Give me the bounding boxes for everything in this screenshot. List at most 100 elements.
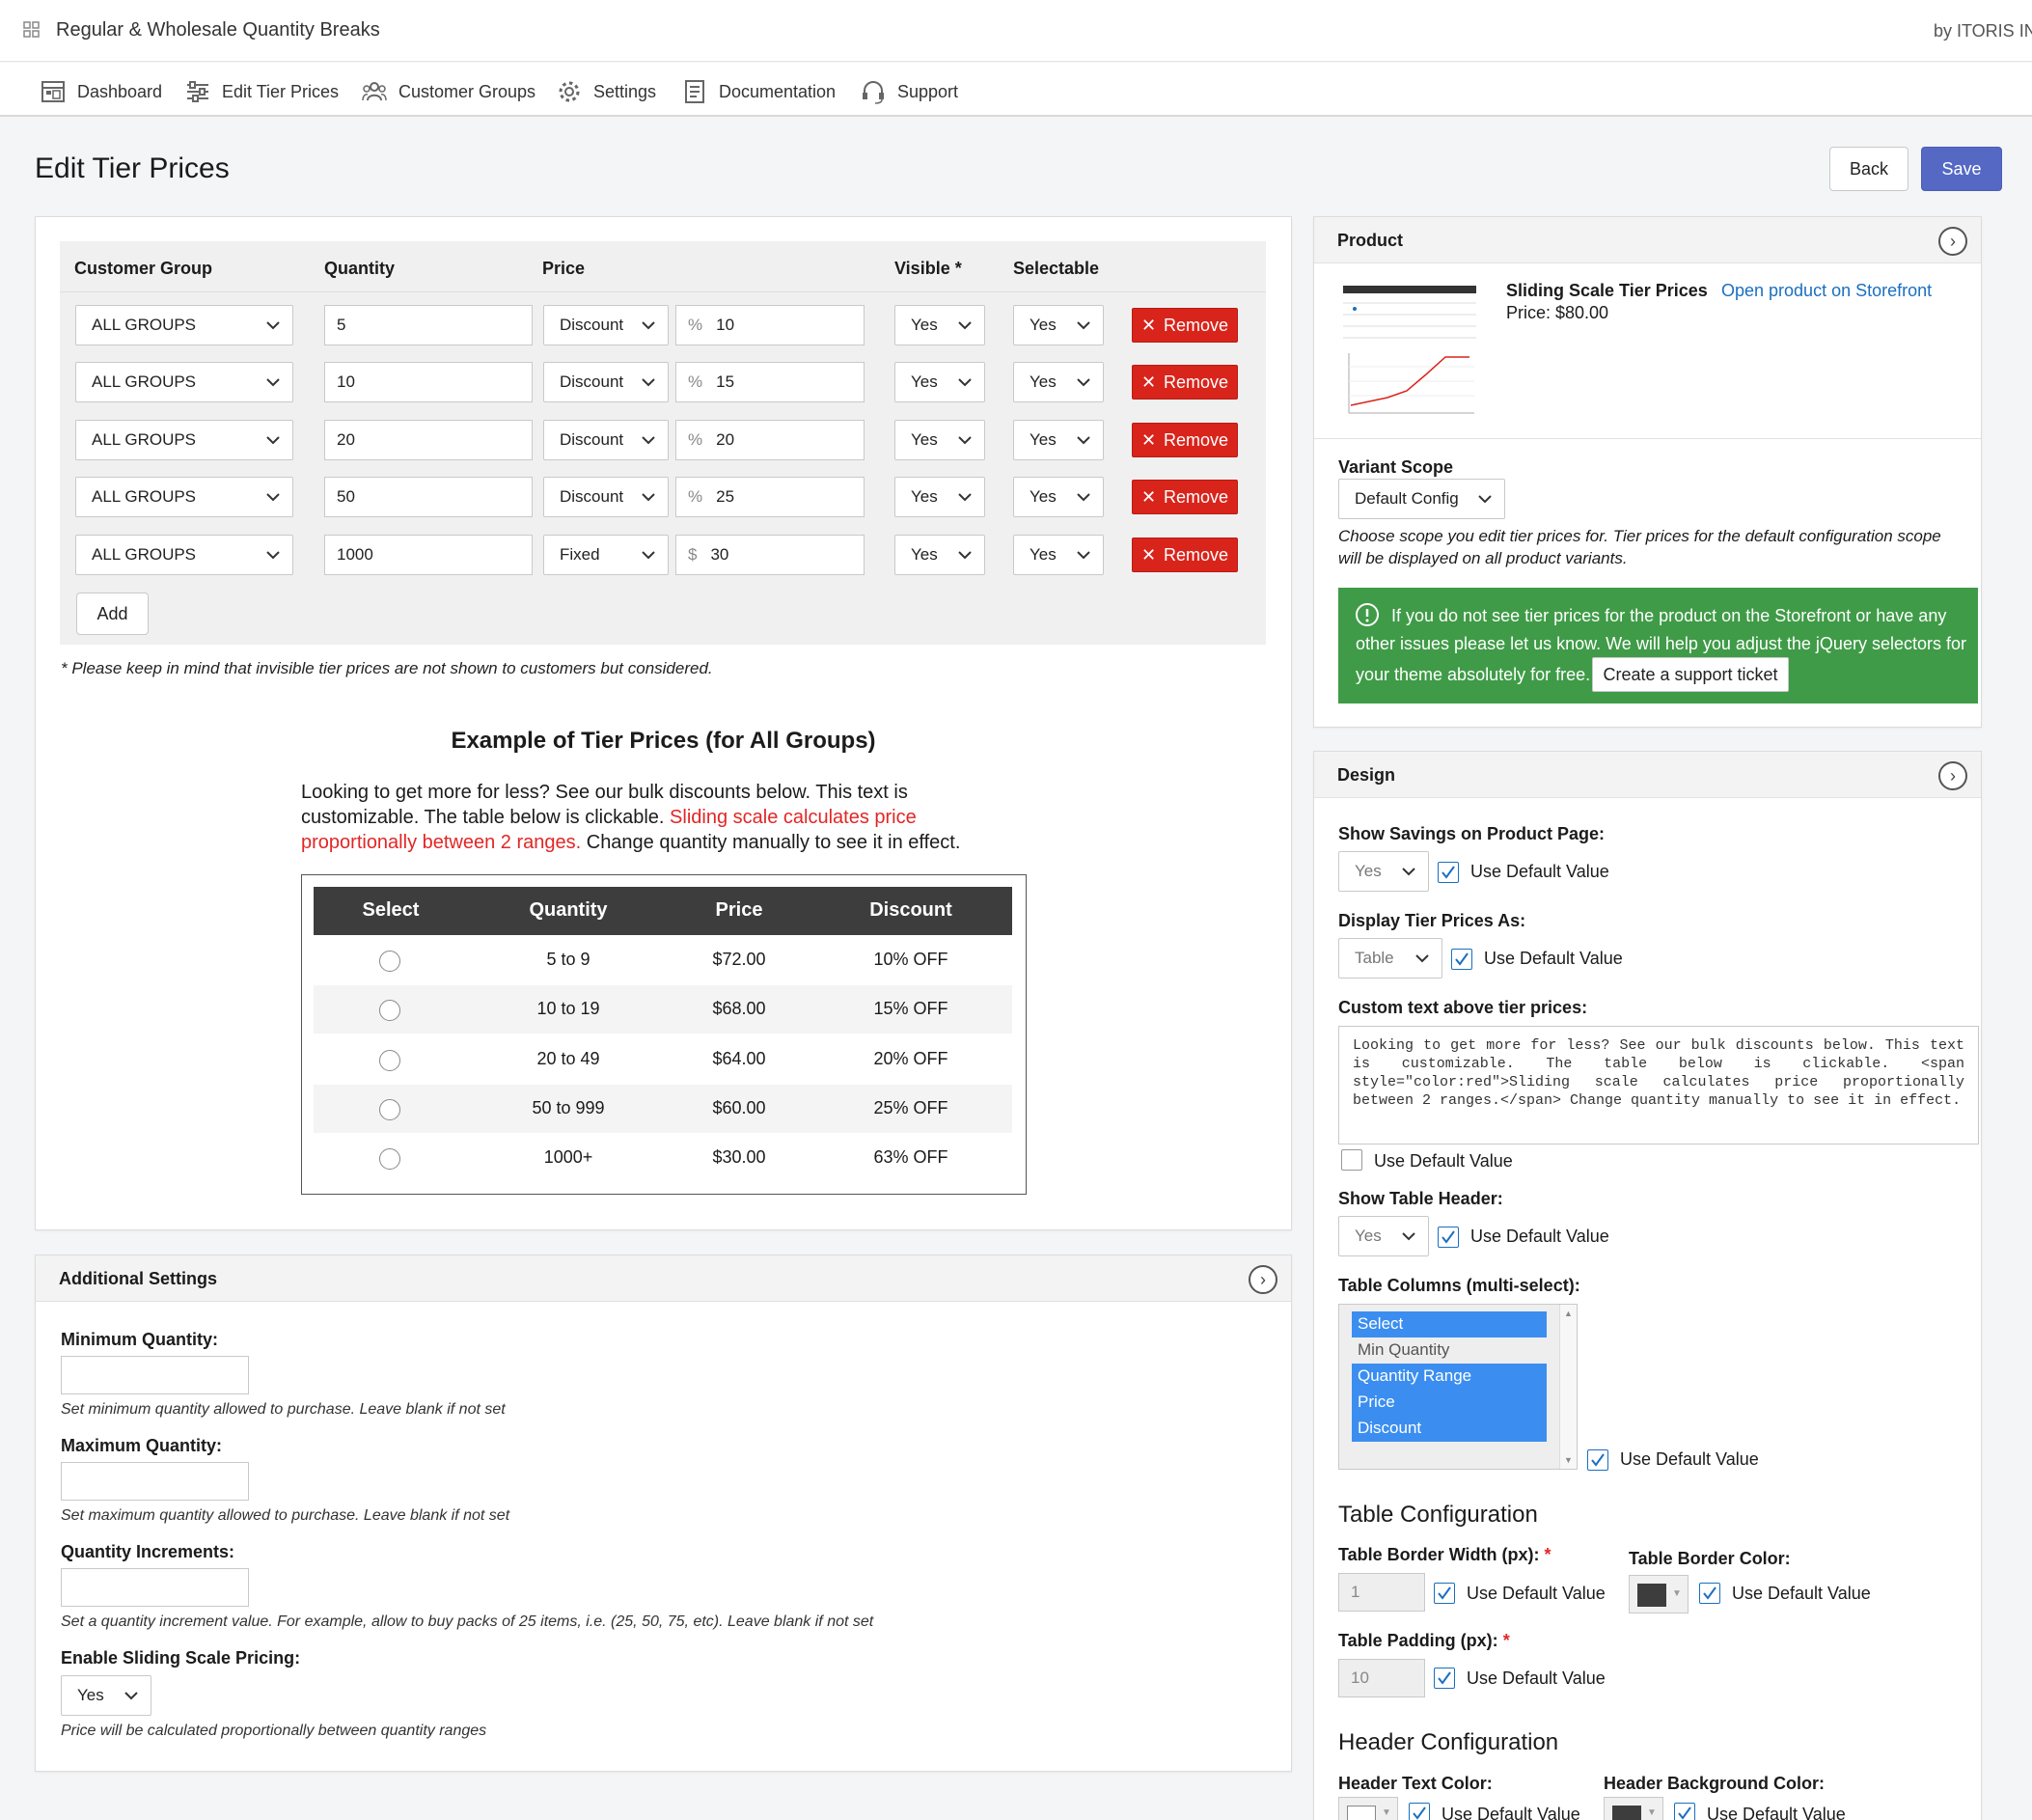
chevron-down-icon [1077,551,1090,560]
grid-divider [60,291,1266,292]
show-savings-select[interactable]: Yes [1338,851,1429,892]
column-option[interactable]: Discount [1352,1416,1547,1442]
nav-customer-groups[interactable]: Customer Groups [362,79,535,104]
add-tier-button[interactable]: Add [76,593,149,635]
headset-icon [863,81,884,104]
price-type-select[interactable]: Discount [543,362,669,402]
customer-group-select[interactable]: ALL GROUPS [75,305,293,345]
padding-default-checkbox[interactable] [1434,1668,1455,1689]
tier-radio[interactable] [379,951,400,972]
collapse-toggle-icon[interactable]: › [1938,227,1967,256]
header-text-color-picker[interactable]: ▼ [1338,1797,1398,1820]
customer-group-select[interactable]: ALL GROUPS [75,420,293,460]
selectable-select[interactable]: Yes [1013,535,1104,575]
variant-scope-select[interactable]: Default Config [1338,479,1505,519]
custom-text-default-checkbox[interactable] [1341,1149,1362,1171]
price-type-select[interactable]: Discount [543,420,669,460]
remove-tier-button[interactable]: ✕ Remove [1132,423,1238,457]
tier-radio[interactable] [379,1098,400,1120]
nav-dashboard[interactable]: Dashboard [41,79,162,104]
price-value-input[interactable]: % 25 [675,477,865,517]
collapse-toggle-icon[interactable]: › [1249,1265,1277,1294]
save-button[interactable]: Save [1921,147,2002,191]
quantity-input[interactable]: 5 [324,305,533,345]
column-option[interactable]: Select [1352,1311,1547,1337]
max-qty-input[interactable] [61,1462,249,1501]
create-ticket-button[interactable]: Create a support ticket [1592,657,1789,692]
qty-increments-input[interactable] [61,1568,249,1607]
use-default-label: Use Default Value [1620,1449,1759,1469]
display-as-select[interactable]: Table [1338,938,1442,979]
qty-increments-hint: Set a quantity increment value. For exam… [61,1613,874,1630]
visible-select[interactable]: Yes [894,362,985,402]
visible-select[interactable]: Yes [894,420,985,460]
tier-radio[interactable] [379,1049,400,1071]
nav-edit-tier-prices[interactable]: Edit Tier Prices [185,79,339,104]
use-default-label: Use Default Value [1467,1584,1606,1603]
savings-default-checkbox[interactable] [1438,862,1459,883]
nav-settings[interactable]: Settings [557,79,656,104]
collapse-toggle-icon[interactable]: › [1938,761,1967,790]
example-discount-cell: 20% OFF [873,1048,948,1068]
back-button[interactable]: Back [1829,147,1908,191]
remove-tier-button[interactable]: ✕ Remove [1132,538,1238,572]
remove-tier-button[interactable]: ✕ Remove [1132,308,1238,343]
chevron-down-icon [1077,493,1090,502]
price-value-input[interactable]: % 10 [675,305,865,345]
customer-group-select[interactable]: ALL GROUPS [75,535,293,575]
selectable-select[interactable]: Yes [1013,305,1104,345]
remove-tier-button[interactable]: ✕ Remove [1132,365,1238,400]
sliders-icon [187,81,208,102]
max-qty-label: Maximum Quantity: [61,1436,223,1455]
price-value-input[interactable]: % 20 [675,420,865,460]
close-icon: ✕ [1140,544,1157,565]
chevron-down-icon [124,1692,138,1700]
customer-group-select[interactable]: ALL GROUPS [75,362,293,402]
visible-select[interactable]: Yes [894,535,985,575]
price-type-select[interactable]: Fixed [543,535,669,575]
border-width-default-checkbox[interactable] [1434,1583,1455,1604]
display-as-label: Display Tier Prices As: [1338,911,1526,930]
column-option[interactable]: Quantity Range [1352,1364,1547,1390]
price-value-input[interactable]: % 15 [675,362,865,402]
visible-select[interactable]: Yes [894,305,985,345]
selectable-select[interactable]: Yes [1013,362,1104,402]
customer-group-select[interactable]: ALL GROUPS [75,477,293,517]
border-width-input[interactable]: 1 [1338,1573,1425,1612]
price-value-input[interactable]: $30 [675,535,865,575]
custom-text-textarea[interactable]: Looking to get more for less? See our bu… [1338,1026,1979,1144]
multiselect-scrollbar[interactable]: ▲ ▼ [1559,1305,1577,1469]
nav-support[interactable]: Support [861,79,958,104]
visible-select[interactable]: Yes [894,477,985,517]
apps-icon[interactable] [23,21,41,39]
border-color-picker[interactable]: ▼ [1629,1575,1689,1613]
use-default-label: Use Default Value [1707,1805,1846,1820]
column-option[interactable]: Price [1352,1390,1547,1416]
price-prefix: % [688,487,703,506]
header-default-checkbox[interactable] [1438,1227,1459,1248]
price-type-select[interactable]: Discount [543,305,669,345]
border-color-default-checkbox[interactable] [1699,1583,1720,1604]
quantity-input[interactable]: 20 [324,420,533,460]
show-header-select[interactable]: Yes [1338,1216,1429,1256]
columns-default-checkbox[interactable] [1587,1449,1608,1471]
sliding-scale-select[interactable]: Yes [61,1675,151,1716]
quantity-input[interactable]: 50 [324,477,533,517]
chevron-down-icon [1077,321,1090,330]
remove-tier-button[interactable]: ✕ Remove [1132,480,1238,514]
display-default-checkbox[interactable] [1451,949,1472,970]
header-bg-color-picker[interactable]: ▼ [1604,1797,1663,1820]
selectable-select[interactable]: Yes [1013,420,1104,460]
header-text-color-default-checkbox[interactable] [1409,1803,1430,1820]
storefront-link[interactable]: Open product on Storefront [1721,281,1932,301]
column-option[interactable]: Min Quantity [1352,1337,1547,1364]
price-type-select[interactable]: Discount [543,477,669,517]
min-qty-input[interactable] [61,1356,249,1394]
padding-input[interactable]: 10 [1338,1659,1425,1697]
quantity-input[interactable]: 10 [324,362,533,402]
col-header-price: Price [542,259,586,278]
header-bg-color-default-checkbox[interactable] [1674,1803,1695,1820]
selectable-select[interactable]: Yes [1013,477,1104,517]
quantity-input[interactable]: 1000 [324,535,533,575]
nav-documentation[interactable]: Documentation [682,79,836,104]
